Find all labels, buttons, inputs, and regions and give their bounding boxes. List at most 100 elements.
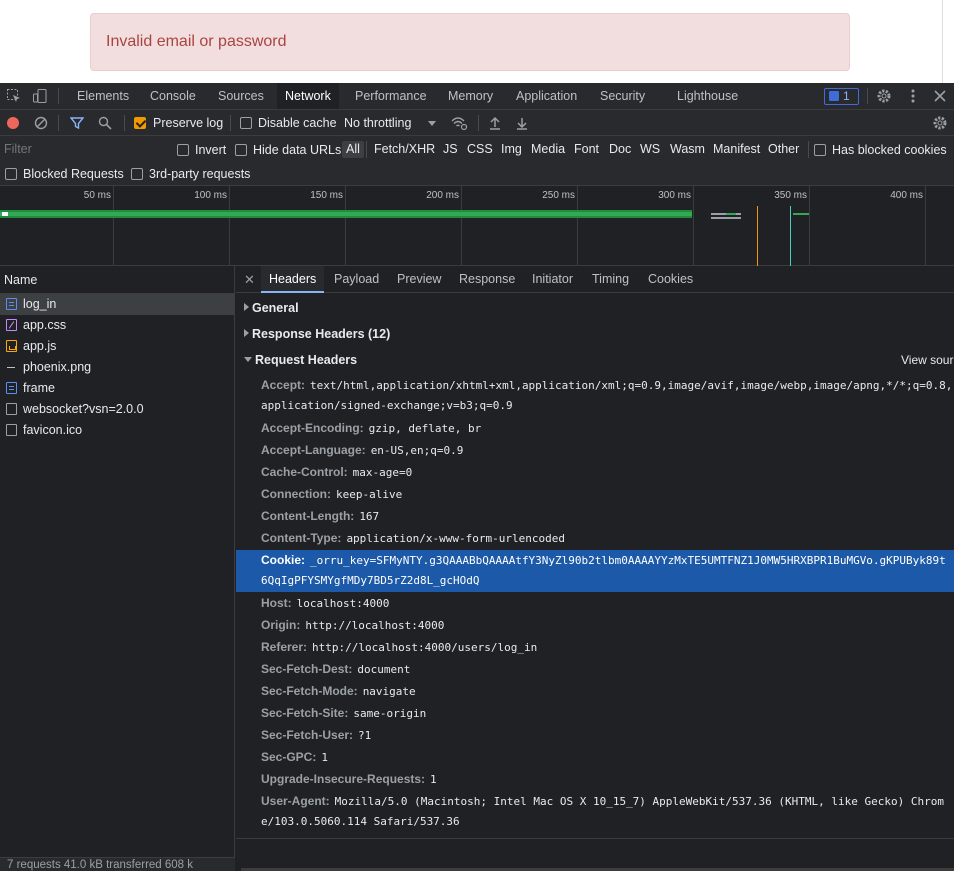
throttling-select[interactable]: No throttling [344, 116, 411, 130]
filter-type-js[interactable]: JS [439, 141, 462, 158]
network-conditions-icon[interactable] [450, 115, 468, 134]
disable-cache-checkbox[interactable] [240, 116, 252, 130]
request-name: websocket?vsn=2.0.0 [23, 402, 144, 416]
filter-icon[interactable] [69, 116, 85, 133]
network-settings-icon[interactable] [932, 115, 948, 134]
request-row[interactable]: websocket?vsn=2.0.0 [0, 399, 234, 420]
filter-type-ws[interactable]: WS [636, 141, 664, 158]
header-value: en-US,en;q=0.9 [370, 444, 464, 457]
filter-type-fetch-xhr[interactable]: Fetch/XHR [370, 141, 439, 158]
tab-sources[interactable]: Sources [210, 83, 272, 109]
filter-type-other[interactable]: Other [764, 141, 803, 158]
tab-application[interactable]: Application [508, 83, 585, 109]
filter-type-manifest[interactable]: Manifest [709, 141, 764, 158]
tab-lighthouse[interactable]: Lighthouse [669, 83, 746, 109]
request-row[interactable]: app.css [0, 315, 234, 336]
header-content-type[interactable]: Content-Type: application/x-www-form-urle… [261, 527, 565, 550]
request-list: Name log_in app.css app.js phoenix.png f… [0, 266, 235, 871]
search-icon[interactable] [98, 116, 112, 133]
header-cookie[interactable]: Cookie: _orru_key=SFMyNTY.g3QAAABbQAAAAtf… [261, 549, 946, 572]
header-host[interactable]: Host: localhost:4000 [261, 592, 389, 615]
tab-cookies[interactable]: Cookies [640, 266, 701, 293]
header-cache-control[interactable]: Cache-Control: max-age=0 [261, 461, 412, 484]
filter-type-wasm[interactable]: Wasm [666, 141, 709, 158]
close-devtools-icon[interactable] [932, 88, 948, 104]
header-key: Accept-Language: [261, 443, 366, 457]
tab-payload[interactable]: Payload [326, 266, 387, 293]
tab-response[interactable]: Response [451, 266, 523, 293]
device-toolbar-icon[interactable] [32, 88, 48, 104]
preserve-log-checkbox[interactable] [134, 116, 146, 130]
export-har-icon[interactable] [515, 116, 529, 133]
timeline-tick: 300 ms [658, 190, 691, 201]
tab-memory[interactable]: Memory [440, 83, 501, 109]
filter-input[interactable] [4, 140, 164, 158]
header-accept-language[interactable]: Accept-Language: en-US,en;q=0.9 [261, 439, 463, 462]
gear-icon[interactable] [876, 88, 892, 104]
tab-console[interactable]: Console [142, 83, 204, 109]
more-options-icon[interactable] [905, 88, 921, 104]
timeline-tick: 200 ms [426, 190, 459, 201]
name-column-header[interactable]: Name [0, 266, 234, 294]
tab-network[interactable]: Network [277, 83, 339, 109]
header-user-agent[interactable]: User-Agent: Mozilla/5.0 (Macintosh; Intel… [261, 790, 944, 813]
third-party-checkbox[interactable] [131, 167, 143, 181]
general-section[interactable]: General [236, 299, 299, 317]
inspect-element-icon[interactable] [6, 88, 22, 104]
header-origin[interactable]: Origin: http://localhost:4000 [261, 614, 444, 637]
tab-preview[interactable]: Preview [389, 266, 449, 293]
filter-type-doc[interactable]: Doc [605, 141, 635, 158]
header-sec-fetch-site[interactable]: Sec-Fetch-Site: same-origin [261, 702, 426, 725]
chevron-down-icon[interactable] [428, 121, 436, 126]
header-referer[interactable]: Referer: http://localhost:4000/users/log_… [261, 636, 537, 659]
import-har-icon[interactable] [488, 116, 502, 133]
request-row[interactable]: app.js [0, 336, 234, 357]
document-icon [6, 298, 17, 310]
request-row[interactable]: frame [0, 378, 234, 399]
filter-type-media[interactable]: Media [527, 141, 569, 158]
close-details-icon[interactable]: ✕ [244, 266, 255, 293]
tab-performance[interactable]: Performance [347, 83, 435, 109]
tab-elements[interactable]: Elements [69, 83, 137, 109]
header-upgrade-insecure-requests[interactable]: Upgrade-Insecure-Requests: 1 [261, 768, 437, 791]
filter-type-css[interactable]: CSS [463, 141, 497, 158]
header-key: Accept: [261, 378, 306, 392]
header-connection[interactable]: Connection: keep-alive [261, 483, 402, 506]
filter-divider [366, 141, 367, 158]
blocked-requests-checkbox[interactable] [5, 167, 17, 181]
request-row[interactable]: log_in [0, 294, 234, 315]
header-value: http://localhost:4000 [305, 619, 445, 632]
invert-checkbox[interactable] [177, 143, 189, 157]
header-accept-encoding[interactable]: Accept-Encoding: gzip, deflate, br [261, 417, 481, 440]
tab-timing[interactable]: Timing [584, 266, 637, 293]
header-sec-fetch-user[interactable]: Sec-Fetch-User: ?1 [261, 724, 371, 747]
request-headers-section[interactable]: Request Headers [236, 351, 357, 369]
page-viewport: Invalid email or password [0, 0, 954, 83]
response-headers-section[interactable]: Response Headers (12) [236, 325, 390, 343]
timeline-overview[interactable]: 50 ms 100 ms 150 ms 200 ms 250 ms 300 ms… [0, 186, 954, 266]
filter-type-font[interactable]: Font [570, 141, 603, 158]
hide-data-urls-checkbox[interactable] [235, 143, 247, 157]
header-sec-gpc[interactable]: Sec-GPC: 1 [261, 746, 328, 769]
tab-headers[interactable]: Headers [261, 266, 325, 293]
tab-security[interactable]: Security [592, 83, 653, 109]
view-source-link[interactable]: View source [901, 353, 954, 367]
filter-type-img[interactable]: Img [497, 141, 526, 158]
record-icon[interactable] [7, 117, 19, 129]
toolbar-divider [58, 88, 59, 104]
header-accept[interactable]: Accept: text/html,application/xhtml+xml,a… [261, 374, 952, 397]
timeline-bar-small [726, 213, 736, 215]
header-sec-fetch-mode[interactable]: Sec-Fetch-Mode: navigate [261, 680, 416, 703]
tab-initiator[interactable]: Initiator [524, 266, 581, 293]
header-content-length[interactable]: Content-Length: 167 [261, 505, 379, 528]
issues-counter[interactable]: 1 [824, 88, 859, 105]
timeline-gridline [577, 186, 578, 266]
request-row[interactable]: phoenix.png [0, 357, 234, 378]
request-row[interactable]: favicon.ico [0, 420, 234, 441]
filter-type-all[interactable]: All [342, 141, 364, 158]
has-blocked-cookies-checkbox[interactable] [814, 143, 826, 157]
header-sec-fetch-dest[interactable]: Sec-Fetch-Dest: document [261, 658, 410, 681]
clear-icon[interactable] [34, 116, 48, 133]
timeline-bar-waiting [2, 212, 8, 216]
timeline-gridline [925, 186, 926, 266]
